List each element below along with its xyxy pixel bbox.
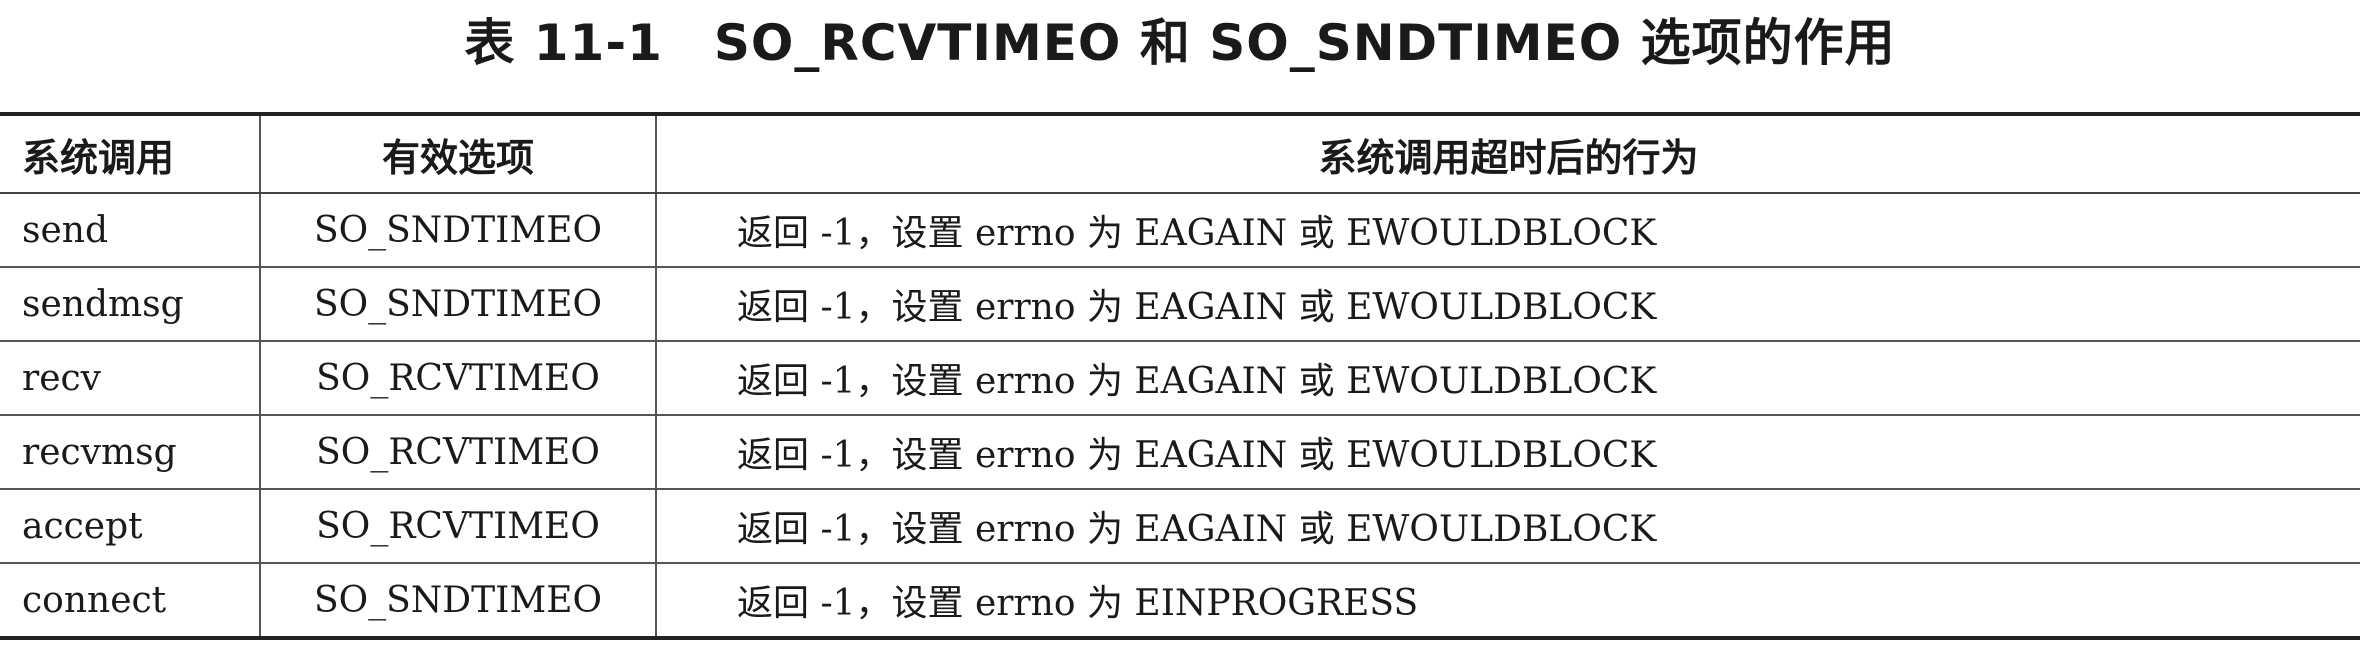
cell-system-call: sendmsg [0,267,260,342]
table-container: 系统调用 有效选项 系统调用超时后的行为 send SO_SNDTIMEO 返回… [0,112,2360,640]
cell-system-call: accept [0,489,260,564]
table-row: send SO_SNDTIMEO 返回 -1，设置 errno 为 EAGAIN… [0,193,2360,268]
table-row: connect SO_SNDTIMEO 返回 -1，设置 errno 为 EIN… [0,563,2360,640]
table-row: recv SO_RCVTIMEO 返回 -1，设置 errno 为 EAGAIN… [0,341,2360,416]
options-table: 系统调用 有效选项 系统调用超时后的行为 send SO_SNDTIMEO 返回… [0,112,2360,640]
table-row: accept SO_RCVTIMEO 返回 -1，设置 errno 为 EAGA… [0,489,2360,564]
table-row: recvmsg SO_RCVTIMEO 返回 -1，设置 errno 为 EAG… [0,415,2360,490]
cell-valid-option: SO_RCVTIMEO [259,341,656,416]
header-timeout-behavior: 系统调用超时后的行为 [655,112,2360,194]
cell-system-call: recv [0,341,260,416]
cell-valid-option: SO_RCVTIMEO [259,489,656,564]
cell-system-call: recvmsg [0,415,260,490]
table-caption: 表 11-1 SO_RCVTIMEO 和 SO_SNDTIMEO 选项的作用 [464,14,1896,72]
cell-timeout-behavior: 返回 -1，设置 errno 为 EAGAIN 或 EWOULDBLOCK [655,341,2360,416]
cell-timeout-behavior: 返回 -1，设置 errno 为 EAGAIN 或 EWOULDBLOCK [655,489,2360,564]
cell-valid-option: SO_SNDTIMEO [259,563,656,640]
table-header-row: 系统调用 有效选项 系统调用超时后的行为 [0,112,2360,194]
cell-timeout-behavior: 返回 -1，设置 errno 为 EAGAIN 或 EWOULDBLOCK [655,267,2360,342]
cell-valid-option: SO_RCVTIMEO [259,415,656,490]
cell-valid-option: SO_SNDTIMEO [259,267,656,342]
cell-valid-option: SO_SNDTIMEO [259,193,656,268]
cell-timeout-behavior: 返回 -1，设置 errno 为 EINPROGRESS [655,563,2360,640]
cell-system-call: send [0,193,260,268]
header-system-call: 系统调用 [0,112,260,194]
header-valid-option: 有效选项 [259,112,656,194]
table-row: sendmsg SO_SNDTIMEO 返回 -1，设置 errno 为 EAG… [0,267,2360,342]
cell-timeout-behavior: 返回 -1，设置 errno 为 EAGAIN 或 EWOULDBLOCK [655,415,2360,490]
cell-system-call: connect [0,563,260,640]
cell-timeout-behavior: 返回 -1，设置 errno 为 EAGAIN 或 EWOULDBLOCK [655,193,2360,268]
